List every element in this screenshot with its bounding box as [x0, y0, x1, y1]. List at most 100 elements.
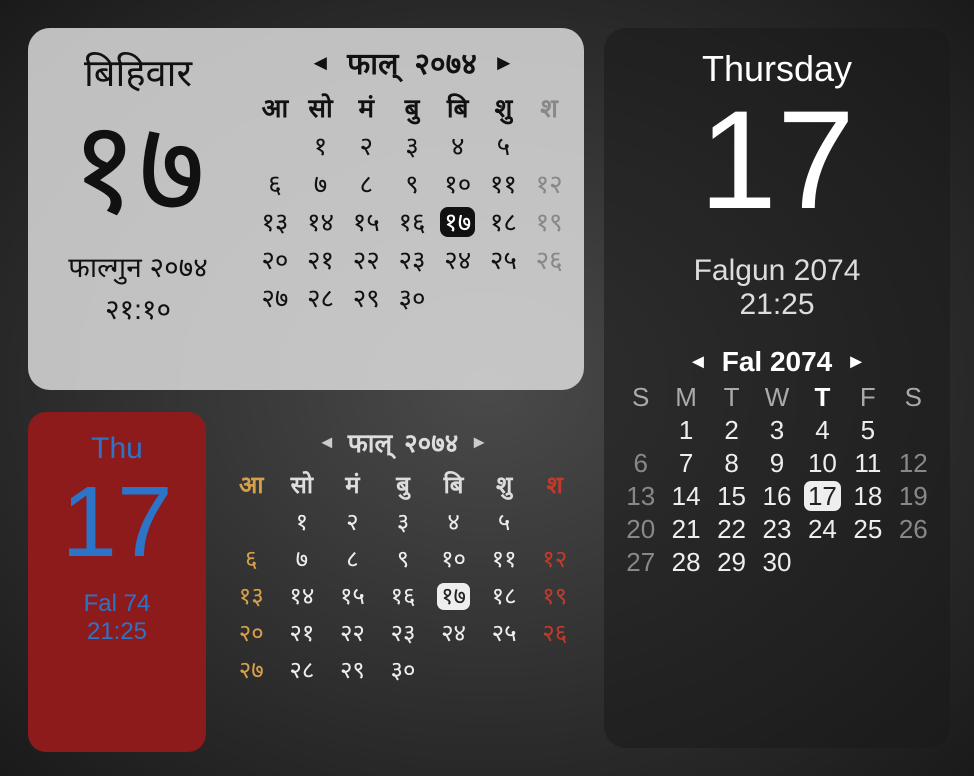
calendar-day[interactable]: 19: [891, 481, 936, 512]
calendar-day[interactable]: 27: [618, 547, 663, 578]
calendar-day[interactable]: 5: [845, 415, 890, 446]
calendar-day[interactable]: 13: [618, 481, 663, 512]
prev-month-icon[interactable]: ◄: [688, 351, 708, 374]
calendar-day[interactable]: 17: [800, 481, 845, 512]
calendar-day[interactable]: १७: [428, 579, 479, 612]
calendar-day[interactable]: २१: [298, 241, 344, 277]
calendar-day[interactable]: ५: [479, 505, 530, 538]
calendar-day[interactable]: ११: [479, 542, 530, 575]
calendar-day[interactable]: १६: [389, 203, 435, 239]
calendar-day[interactable]: 8: [709, 448, 754, 479]
next-month-icon[interactable]: ►: [470, 432, 488, 453]
calendar-day[interactable]: ४: [435, 127, 481, 163]
calendar-day[interactable]: २९: [327, 653, 378, 686]
calendar-day[interactable]: ७: [298, 165, 344, 201]
calendar-day[interactable]: 2: [709, 415, 754, 446]
calendar-day[interactable]: २: [327, 505, 378, 538]
calendar-day[interactable]: १२: [529, 542, 580, 575]
calendar-day[interactable]: १५: [327, 579, 378, 612]
calendar-day[interactable]: २३: [378, 616, 429, 649]
calendar-day[interactable]: 12: [891, 448, 936, 479]
calendar-day[interactable]: २७: [226, 653, 277, 686]
calendar-day[interactable]: २०: [226, 616, 277, 649]
calendar-day[interactable]: १९: [526, 203, 572, 239]
calendar-day[interactable]: १७: [435, 203, 481, 239]
next-month-icon[interactable]: ►: [846, 351, 866, 374]
prev-month-icon[interactable]: ◄: [309, 50, 331, 76]
calendar-day[interactable]: २१: [277, 616, 328, 649]
calendar-day[interactable]: १०: [428, 542, 479, 575]
calendar-day[interactable]: 23: [754, 514, 799, 545]
calendar-day[interactable]: १८: [479, 579, 530, 612]
calendar-day[interactable]: 20: [618, 514, 663, 545]
calendar-day[interactable]: २५: [479, 616, 530, 649]
calendar-day[interactable]: 18: [845, 481, 890, 512]
calendar-day[interactable]: ९: [389, 165, 435, 201]
calendar-day[interactable]: १: [298, 127, 344, 163]
calendar-day[interactable]: ३: [389, 127, 435, 163]
calendar-day[interactable]: १: [277, 505, 328, 538]
calendar-day[interactable]: 9: [754, 448, 799, 479]
calendar-day[interactable]: 3: [754, 415, 799, 446]
calendar-day[interactable]: 28: [663, 547, 708, 578]
calendar-day[interactable]: २६: [529, 616, 580, 649]
calendar-day[interactable]: 30: [754, 547, 799, 578]
calendar-day[interactable]: 10: [800, 448, 845, 479]
calendar-day[interactable]: 29: [709, 547, 754, 578]
calendar-day[interactable]: २०: [252, 241, 298, 277]
calendar-day[interactable]: १९: [529, 579, 580, 612]
calendar-day[interactable]: २४: [435, 241, 481, 277]
calendar-day[interactable]: ८: [343, 165, 389, 201]
weekday-label: Thu: [28, 432, 206, 466]
calendar-day[interactable]: 1: [663, 415, 708, 446]
calendar-day[interactable]: ८: [327, 542, 378, 575]
calendar-day[interactable]: 16: [754, 481, 799, 512]
prev-month-icon[interactable]: ◄: [318, 432, 336, 453]
calendar-day[interactable]: 11: [845, 448, 890, 479]
calendar-day[interactable]: ६: [252, 165, 298, 201]
calendar-day[interactable]: ११: [481, 165, 527, 201]
calendar-day[interactable]: २२: [343, 241, 389, 277]
calendar-day[interactable]: २७: [252, 279, 298, 315]
calendar-day[interactable]: ४: [428, 505, 479, 538]
calendar-day[interactable]: ३०: [389, 279, 435, 315]
month-grid-container: ◄ फाल् २०७४ ► आसोमंबुबिशुश१२३४५६७८९१०१११…: [248, 28, 584, 390]
calendar-day[interactable]: २९: [343, 279, 389, 315]
weekday-header: श: [526, 89, 572, 125]
calendar-day[interactable]: ३: [378, 505, 429, 538]
calendar-day[interactable]: 4: [800, 415, 845, 446]
calendar-day[interactable]: १४: [277, 579, 328, 612]
calendar-day[interactable]: 24: [800, 514, 845, 545]
calendar-day[interactable]: 22: [709, 514, 754, 545]
next-month-icon[interactable]: ►: [493, 50, 515, 76]
calendar-day[interactable]: १३: [252, 203, 298, 239]
calendar-day[interactable]: २: [343, 127, 389, 163]
calendar-day[interactable]: 6: [618, 448, 663, 479]
calendar-day[interactable]: ५: [481, 127, 527, 163]
calendar-day[interactable]: ७: [277, 542, 328, 575]
calendar-day[interactable]: 15: [709, 481, 754, 512]
calendar-day[interactable]: 26: [891, 514, 936, 545]
calendar-day[interactable]: २८: [277, 653, 328, 686]
calendar-day[interactable]: २३: [389, 241, 435, 277]
calendar-day[interactable]: २२: [327, 616, 378, 649]
calendar-day[interactable]: १८: [481, 203, 527, 239]
calendar-day[interactable]: १६: [378, 579, 429, 612]
calendar-day[interactable]: २८: [298, 279, 344, 315]
calendar-day[interactable]: १०: [435, 165, 481, 201]
calendar-day[interactable]: २५: [481, 241, 527, 277]
calendar-day[interactable]: 14: [663, 481, 708, 512]
calendar-day[interactable]: ९: [378, 542, 429, 575]
calendar-day[interactable]: ६: [226, 542, 277, 575]
calendar-day[interactable]: १४: [298, 203, 344, 239]
calendar-day[interactable]: १३: [226, 579, 277, 612]
calendar-day[interactable]: २६: [526, 241, 572, 277]
calendar-day[interactable]: 25: [845, 514, 890, 545]
calendar-day[interactable]: ३०: [378, 653, 429, 686]
calendar-day[interactable]: १५: [343, 203, 389, 239]
calendar-day[interactable]: 21: [663, 514, 708, 545]
calendar-day[interactable]: २४: [428, 616, 479, 649]
month-nav: ◄ फाल् २०७४ ►: [252, 42, 572, 83]
calendar-day[interactable]: 7: [663, 448, 708, 479]
calendar-day[interactable]: १२: [526, 165, 572, 201]
